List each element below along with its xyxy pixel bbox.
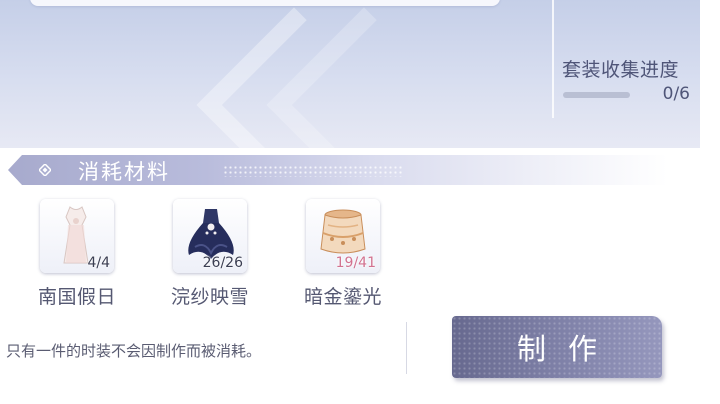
material-name: 浣纱映雪 — [170, 286, 249, 308]
footer-divider — [406, 322, 407, 374]
collection-progress-count: 0/6 — [662, 84, 690, 104]
diamond-icon — [39, 164, 51, 176]
material-thumbnail[interactable]: 26/26 — [173, 199, 247, 273]
materials-section-header: 消耗材料 — [8, 155, 698, 185]
craft-button-label: 制作 — [516, 332, 619, 366]
material-name: 暗金鎏光 — [303, 286, 382, 308]
material-thumbnail[interactable]: 4/4 — [40, 199, 114, 273]
material-thumbnail[interactable]: 19/41 — [306, 199, 380, 273]
panel-divider — [552, 0, 554, 118]
material-name: 南国假日 — [37, 286, 116, 308]
material-count: 4/4 — [87, 255, 110, 271]
top-frame-strip — [30, 0, 500, 6]
section-title: 消耗材料 — [78, 160, 170, 184]
collection-progress-bar — [563, 92, 630, 98]
material-count: 26/26 — [202, 255, 243, 271]
craft-button[interactable]: 制作 — [452, 316, 662, 378]
dot-pattern-decoration — [223, 165, 403, 177]
collection-progress-label: 套装收集进度 — [562, 59, 680, 81]
preview-panel: 套装收集进度 0/6 — [0, 0, 700, 148]
material-count: 19/41 — [335, 255, 376, 271]
consumption-note: 只有一件的时装不会因制作而被消耗。 — [6, 342, 262, 360]
